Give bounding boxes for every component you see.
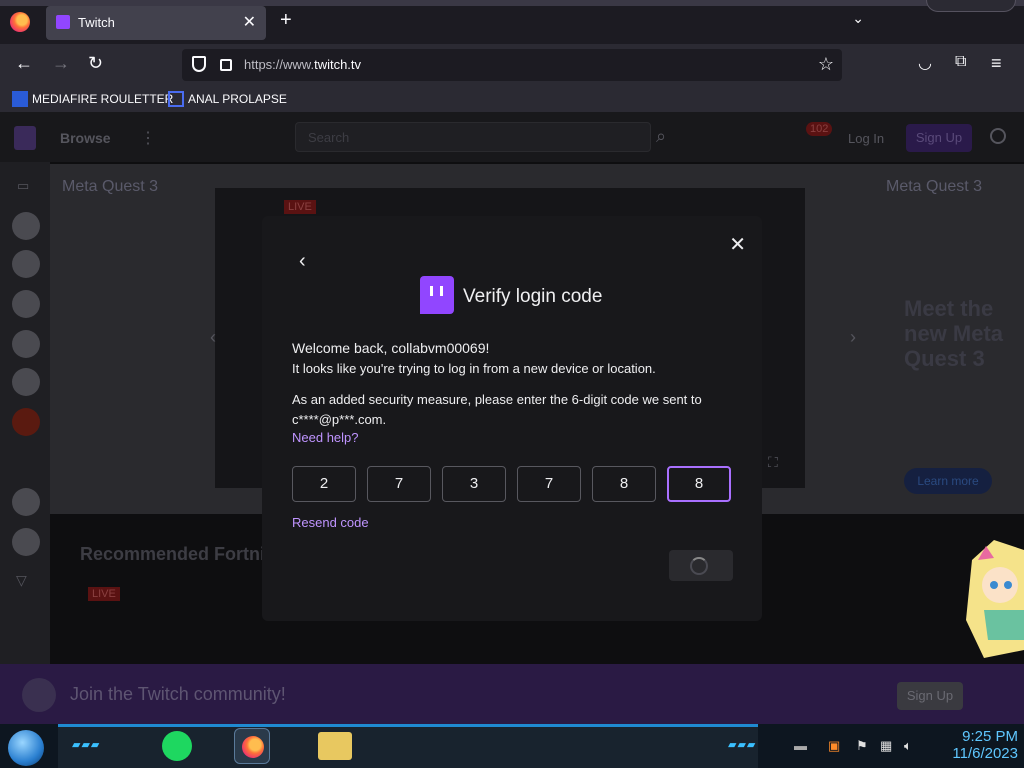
fullscreen-icon[interactable]: ⛶ [768, 454, 778, 471]
avatar[interactable] [12, 488, 40, 516]
code-digit-4[interactable]: 7 [517, 466, 581, 502]
meta-quest-logo-left: Meta Quest 3 [62, 178, 159, 195]
tab-close-icon[interactable]: ✕ [243, 12, 256, 32]
pocket-icon[interactable]: ◡ [918, 53, 932, 73]
firefox-icon [242, 736, 264, 758]
bookmarks-bar: MEDIAFIRE ROULETTER ANAL PROLAPSE [0, 86, 1024, 112]
network-icon[interactable]: ▦ [880, 738, 892, 754]
carousel-next-icon[interactable]: › [850, 327, 856, 348]
bookmark-mediafire[interactable]: MEDIAFIRE ROULETTER [12, 91, 173, 107]
new-device-text: It looks like you're trying to log in fr… [292, 361, 656, 376]
twitch-logo-icon [420, 276, 454, 314]
login-button[interactable]: Log In [848, 131, 884, 146]
code-digit-6[interactable]: 8 [667, 466, 731, 502]
search-input[interactable]: Search [295, 122, 651, 152]
join-signup-button[interactable]: Sign Up [897, 682, 963, 710]
mascot-avatar [22, 678, 56, 712]
close-icon[interactable]: ✕ [729, 232, 746, 257]
more-icon[interactable]: ⋮ [140, 128, 156, 148]
lock-icon[interactable] [220, 59, 232, 71]
twitch-favicon-icon [56, 15, 70, 29]
carousel-prev-icon[interactable]: ‹ [210, 327, 216, 348]
start-orb-icon[interactable] [8, 730, 44, 766]
modal-title: Verify login code [463, 286, 603, 307]
system-clock[interactable]: 9:25 PM 11/6/2023 [934, 728, 1018, 762]
join-text: Join the Twitch community! [70, 684, 286, 704]
action-center-flag-icon[interactable]: ⚑ [856, 738, 868, 754]
browse-link[interactable]: Browse [60, 130, 111, 146]
taskbar-deco-right: ▰▰▰ [728, 739, 757, 751]
avatar[interactable] [12, 250, 40, 278]
code-digit-2[interactable]: 7 [367, 466, 431, 502]
firefox-taskbar-button[interactable] [234, 728, 270, 764]
show-desktop-icon[interactable]: ▬ [794, 738, 807, 753]
volume-icon[interactable]: 🔈︎ [904, 738, 912, 754]
hero-headline: Meet the new Meta Quest 3 [904, 296, 1004, 371]
firefox-icon[interactable] [10, 12, 30, 32]
browser-tab-bar: Twitch ✕ + ⌄ [0, 0, 1024, 44]
search-placeholder: Search [308, 130, 350, 145]
security-text: As an added security measure, please ent… [292, 392, 702, 427]
taskbar: ▰▰▰ ▰▰▰ ▬ ▣ ⚑ ▦ 🔈︎ 9:25 PM 11/6/2023 [0, 724, 1024, 768]
list-tabs-chevron-icon[interactable]: ⌄ [852, 10, 864, 27]
new-tab-button[interactable]: + [280, 9, 292, 32]
learn-more-button[interactable]: Learn more [904, 468, 992, 494]
back-arrow-icon[interactable]: ← [15, 53, 33, 74]
verify-login-modal: ‹ ✕ Verify login code Welcome back, coll… [262, 216, 762, 621]
recommended-heading: Recommended Fortni [80, 544, 266, 564]
notification-badge: 102 [806, 122, 833, 136]
join-community-banner: Join the Twitch community! Sign Up [0, 664, 1024, 724]
avatar[interactable] [12, 212, 40, 240]
browser-nav-bar: ← → ↻ https://www.twitch.tv ☆ ◡ ⧉ ≡ [0, 44, 1024, 86]
code-digit-1[interactable]: 2 [292, 466, 356, 502]
avatar[interactable] [12, 528, 40, 556]
bookmark-favicon-icon [168, 91, 184, 107]
code-digit-3[interactable]: 3 [442, 466, 506, 502]
live-badge: LIVE [284, 200, 316, 214]
sidebar: ▭ ▽ [0, 162, 50, 724]
signup-button[interactable]: Sign Up [906, 124, 972, 152]
meta-quest-logo-right: Meta Quest 3 [886, 178, 983, 195]
tab-title: Twitch [78, 15, 115, 30]
menu-icon[interactable]: ≡ [991, 53, 1002, 74]
twitch-logo-icon[interactable] [14, 126, 36, 150]
welcome-text: Welcome back, collabvm00069! [292, 340, 490, 356]
clock-date: 11/6/2023 [952, 745, 1018, 762]
resend-code-link[interactable]: Resend code [292, 515, 369, 530]
extensions-icon[interactable]: ⧉ [955, 53, 966, 71]
file-explorer-icon[interactable] [318, 732, 352, 760]
taskbar-deco-left: ▰▰▰ [72, 739, 101, 751]
tab-twitch[interactable]: Twitch ✕ [46, 6, 266, 40]
submit-button[interactable] [669, 550, 733, 581]
avatar[interactable] [12, 290, 40, 318]
tray-app-icon[interactable]: ▣ [828, 738, 840, 754]
search-icon[interactable]: ⌕ [656, 126, 666, 147]
desktop-mascot [964, 540, 1024, 660]
bookmark-star-icon[interactable]: ☆ [818, 54, 834, 75]
window-decoration [926, 0, 1016, 12]
avatar[interactable] [12, 368, 40, 396]
clock-time: 9:25 PM [962, 728, 1018, 745]
loading-spinner-icon [690, 557, 708, 575]
need-help-link[interactable]: Need help? [292, 430, 359, 445]
code-input-group: 2 7 3 7 8 8 [292, 466, 734, 502]
code-digit-5[interactable]: 8 [592, 466, 656, 502]
user-icon[interactable] [990, 128, 1006, 144]
forward-arrow-icon[interactable]: → [52, 53, 70, 74]
live-badge: LIVE [88, 587, 120, 601]
bookmark-anal-prolapse[interactable]: ANAL PROLAPSE [168, 91, 287, 107]
video-recs-icon[interactable]: ▽ [16, 572, 27, 589]
tracking-shield-icon[interactable] [192, 56, 206, 72]
spotify-icon[interactable] [162, 731, 192, 761]
mediafire-icon [12, 91, 28, 107]
back-chevron-icon[interactable]: ‹ [299, 250, 306, 273]
collapse-icon[interactable]: ▭ [17, 178, 29, 194]
url-bar[interactable]: https://www.twitch.tv ☆ [182, 49, 842, 81]
avatar[interactable] [12, 330, 40, 358]
twitch-top-nav: Browse ⋮ Search ⌕ 102 Log In Sign Up [0, 112, 1024, 162]
avatar[interactable] [12, 408, 40, 436]
url-text[interactable]: https://www.twitch.tv [244, 57, 361, 72]
reload-icon[interactable]: ↻ [88, 53, 103, 74]
